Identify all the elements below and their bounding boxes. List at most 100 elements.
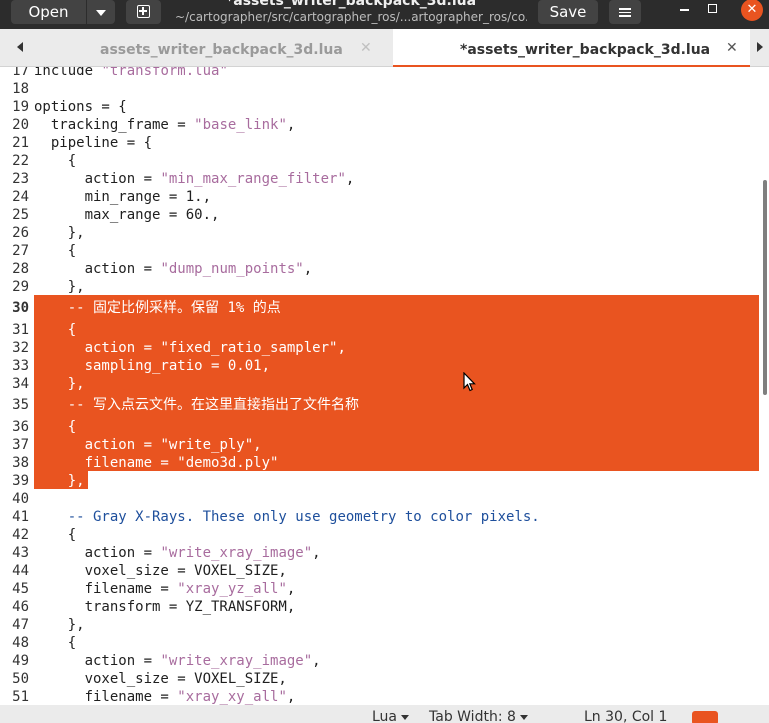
tab-width-label: Tab Width: 8 (429, 709, 516, 723)
code-line[interactable]: { (34, 526, 76, 544)
code-line[interactable]: { (34, 321, 76, 339)
code-line[interactable]: voxel_size = VOXEL_SIZE, (34, 670, 287, 688)
line-number: 36 (12, 419, 29, 435)
code-line[interactable]: include "transform.lua" (34, 67, 228, 80)
language-label: Lua (372, 709, 398, 723)
window-subtitle: ~/cartographer/src/cartographer_ros/...a… (175, 10, 527, 24)
tab-assets-writer-backpack-3d-modified[interactable]: *assets_writer_backpack_3d.lua ✕ (393, 29, 750, 68)
code-line[interactable]: voxel_size = VOXEL_SIZE, (34, 562, 287, 580)
code-line[interactable]: }, (34, 375, 85, 393)
code-line[interactable]: }, (34, 472, 85, 490)
line-number: 22 (12, 153, 29, 169)
tab-close-icon[interactable]: ✕ (726, 40, 738, 56)
line-number: 19 (12, 99, 29, 115)
tab-width-selector[interactable]: Tab Width: 8 (429, 709, 528, 723)
code-line[interactable]: -- Gray X-Rays. These only use geometry … (34, 508, 540, 526)
line-number: 43 (12, 545, 29, 561)
line-number: 42 (12, 527, 29, 543)
code-line[interactable]: filename = "demo3d.ply" (34, 454, 279, 472)
code-line[interactable]: tracking_frame = "base_link", (34, 116, 295, 134)
hamburger-icon (609, 0, 641, 17)
chevron-down-icon (96, 9, 106, 16)
new-document-button[interactable] (126, 0, 161, 24)
line-number: 35 (12, 397, 29, 413)
window-title: *assets_writer_backpack_3d.lua (225, 0, 477, 9)
code-line[interactable]: action = "min_max_range_filter", (34, 170, 355, 188)
open-menu-button[interactable] (87, 0, 115, 24)
line-number: 49 (12, 653, 29, 669)
line-number: 18 (12, 81, 29, 97)
code-line[interactable]: { (34, 152, 76, 170)
line-number: 24 (12, 189, 29, 205)
line-number: 46 (12, 599, 29, 615)
line-number: 47 (12, 617, 29, 633)
code-line[interactable]: action = "write_ply", (34, 436, 262, 454)
line-number: 17 (12, 67, 29, 79)
code-line[interactable]: filename = "xray_xy_all", (34, 688, 296, 705)
maximize-icon (707, 4, 717, 13)
line-number: 23 (12, 171, 29, 187)
code-line[interactable]: action = "fixed_ratio_sampler", (34, 339, 346, 357)
maximize-button[interactable] (702, 0, 722, 20)
chevron-down-icon (519, 714, 528, 720)
close-icon: ✕ (746, 2, 758, 17)
line-number: 48 (12, 635, 29, 651)
minimize-icon (679, 9, 689, 11)
code-line[interactable]: pipeline = { (34, 134, 152, 152)
code-line[interactable]: -- 固定比例采样。保留 1% 的点 (34, 299, 281, 317)
code-line[interactable]: transform = YZ_TRANSFORM, (34, 598, 296, 616)
menu-button[interactable] (609, 0, 641, 24)
code-line[interactable]: action = "dump_num_points", (34, 260, 313, 278)
line-number: 41 (12, 509, 29, 525)
line-number: 28 (12, 261, 29, 277)
code-line[interactable]: action = "write_xray_image", (34, 544, 321, 562)
line-number: 21 (12, 135, 29, 151)
tab-label: *assets_writer_backpack_3d.lua (460, 42, 711, 58)
close-window-button[interactable]: ✕ (741, 0, 763, 21)
open-button-label: Open (28, 3, 69, 21)
code-line[interactable]: }, (34, 224, 85, 242)
line-number: 40 (12, 491, 29, 507)
line-number: 34 (12, 376, 29, 392)
tab-close-icon[interactable]: ✕ (360, 40, 372, 56)
vertical-scrollbar[interactable] (763, 180, 767, 395)
code-line[interactable]: action = "write_xray_image", (34, 652, 321, 670)
code-line[interactable]: sampling_ratio = 0.01, (34, 357, 270, 375)
line-number: 50 (12, 671, 29, 687)
code-line[interactable]: { (34, 242, 76, 260)
line-number: 51 (12, 689, 29, 705)
save-button-label: Save (549, 3, 587, 21)
line-number: 32 (12, 340, 29, 356)
line-number: 20 (12, 117, 29, 133)
line-number-gutter: 17 18 19 20 21 22 23 24 25 26 27 28 29 30 31 32 33 34 35 36… (0, 67, 33, 705)
tab-scroll-right-icon[interactable] (757, 42, 763, 52)
code-line[interactable]: max_range = 60., (34, 206, 220, 224)
line-number: 38 (12, 455, 29, 471)
new-document-icon (137, 5, 150, 18)
tab-assets-writer-backpack-3d[interactable]: assets_writer_backpack_3d.lua ✕ (29, 29, 393, 67)
open-button[interactable]: Open (11, 0, 86, 24)
save-button[interactable]: Save (538, 0, 598, 24)
status-bar: Lua Tab Width: 8 Ln 30, Col 1 (0, 705, 769, 723)
cursor-position[interactable]: Ln 30, Col 1 (584, 709, 667, 723)
line-number: 44 (12, 563, 29, 579)
tab-scroll-left-icon[interactable] (17, 42, 23, 52)
code-line[interactable]: -- 写入点云文件。在这里直接指出了文件名称 (34, 396, 359, 414)
code-line[interactable]: min_range = 1., (34, 188, 211, 206)
text-editor[interactable]: 17 18 19 20 21 22 23 24 25 26 27 28 29 30 31 32 33 34 35 36… (0, 67, 769, 705)
code-line[interactable]: }, (34, 278, 85, 296)
line-number: 27 (12, 243, 29, 259)
language-selector[interactable]: Lua (372, 709, 410, 723)
mouse-pointer-icon (463, 372, 476, 392)
line-number: 33 (12, 358, 29, 374)
code-line[interactable]: { (34, 418, 76, 436)
minimize-button[interactable] (674, 0, 694, 20)
code-line[interactable]: filename = "xray_yz_all", (34, 580, 296, 598)
line-number: 45 (12, 581, 29, 597)
code-line[interactable]: options = { (34, 98, 127, 116)
code-line[interactable]: }, (34, 616, 85, 634)
chevron-down-icon (401, 714, 410, 720)
code-line[interactable]: { (34, 634, 76, 652)
header-bar: Open *assets_writer_backpack_3d.lua ~/ca… (0, 0, 769, 29)
line-number: 39 (12, 473, 29, 489)
